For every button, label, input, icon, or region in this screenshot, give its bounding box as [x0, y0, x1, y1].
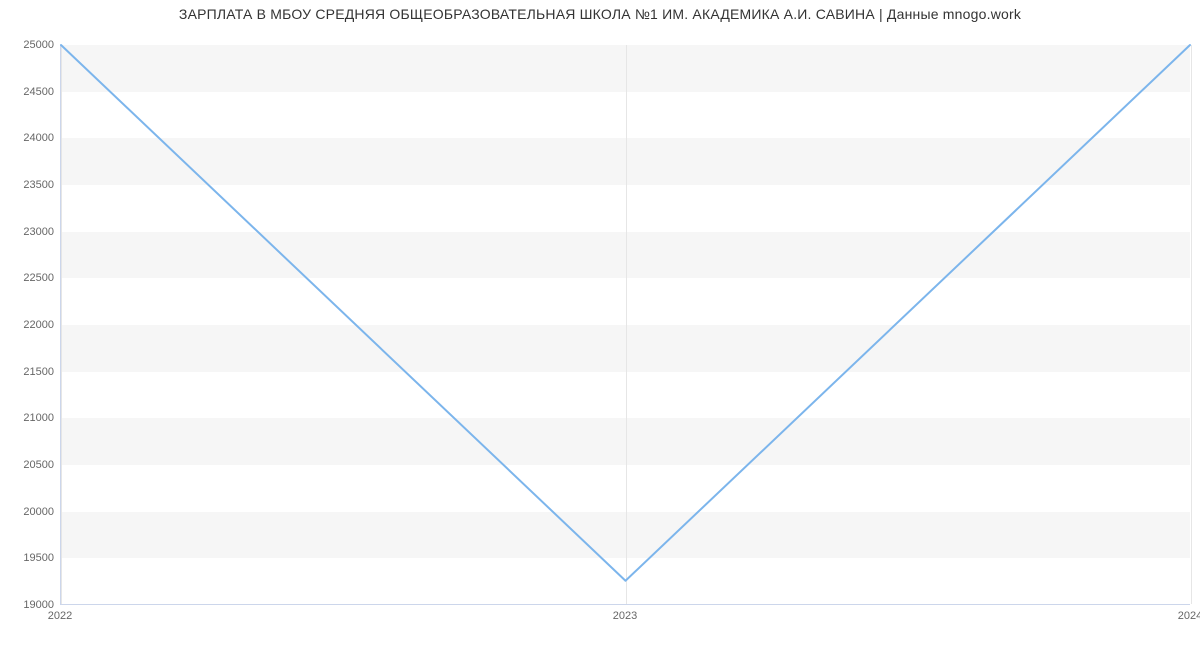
y-tick-label: 22000: [4, 319, 54, 331]
y-tick-label: 21500: [4, 366, 54, 378]
y-tick-label: 24000: [4, 132, 54, 144]
y-tick-label: 19000: [4, 599, 54, 611]
y-tick-label: 24500: [4, 86, 54, 98]
x-tick-label: 2022: [48, 610, 72, 622]
x-tick-label: 2024: [1178, 610, 1200, 622]
chart-container: ЗАРПЛАТА В МБОУ СРЕДНЯЯ ОБЩЕОБРАЗОВАТЕЛЬ…: [0, 0, 1200, 650]
plot-area: [60, 45, 1190, 605]
y-tick-label: 19500: [4, 552, 54, 564]
y-tick-label: 23500: [4, 179, 54, 191]
x-tick-label: 2023: [613, 610, 637, 622]
y-tick-label: 21000: [4, 412, 54, 424]
x-gridline: [1191, 45, 1192, 604]
y-tick-label: 20000: [4, 506, 54, 518]
chart-title: ЗАРПЛАТА В МБОУ СРЕДНЯЯ ОБЩЕОБРАЗОВАТЕЛЬ…: [0, 6, 1200, 22]
series-path: [61, 45, 1190, 581]
y-tick-label: 20500: [4, 459, 54, 471]
y-tick-label: 22500: [4, 272, 54, 284]
y-tick-label: 23000: [4, 226, 54, 238]
series-line: [61, 45, 1190, 604]
y-tick-label: 25000: [4, 39, 54, 51]
